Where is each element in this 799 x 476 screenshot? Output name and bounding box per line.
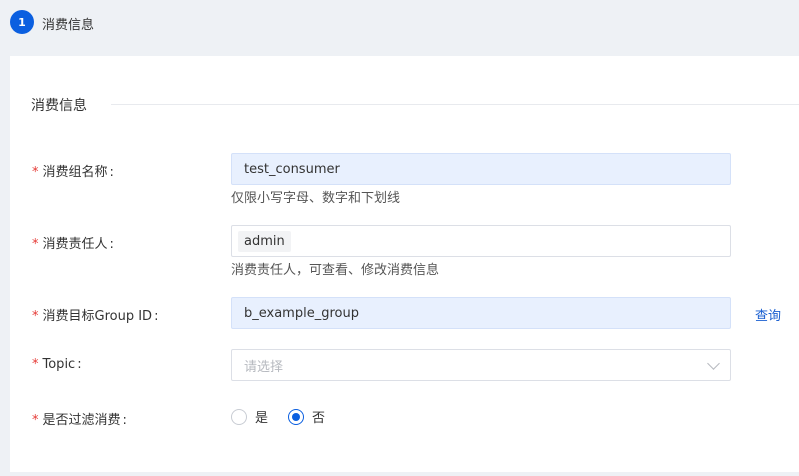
group-name-value: test_consumer — [244, 161, 340, 177]
filter-option-yes-label: 是 — [255, 411, 269, 426]
required-mark: * — [32, 357, 39, 372]
topic-select[interactable]: 请选择 — [231, 349, 731, 381]
owner-hint: 消费责任人，可查看、修改消费信息 — [231, 263, 440, 278]
step-header: 1 消费信息 — [0, 0, 799, 46]
target-group-input[interactable]: b_example_group — [231, 297, 731, 329]
group-name-label: * 消费组名称: — [32, 165, 114, 180]
step-label: 消费信息 — [42, 18, 95, 33]
filter-radio-group: 是 否 — [231, 407, 345, 426]
filter-option-no[interactable]: 否 — [288, 407, 325, 426]
owner-input[interactable]: admin — [231, 225, 731, 257]
owner-tag[interactable]: admin — [238, 230, 291, 252]
target-group-value: b_example_group — [244, 305, 359, 321]
radio-button-checked[interactable] — [288, 408, 305, 425]
form-card: 消费信息 * 消费组名称: test_consumer 仅限小写字母、数字和下划线… — [10, 56, 799, 472]
radio-button[interactable] — [231, 408, 247, 425]
topic-label: * Topic: — [32, 357, 82, 372]
group-name-input[interactable]: test_consumer — [231, 153, 731, 185]
owner-label: * 消费责任人: — [32, 237, 114, 252]
filter-option-yes[interactable]: 是 — [231, 407, 268, 426]
topic-placeholder: 请选择 — [244, 359, 284, 375]
required-mark: * — [32, 237, 39, 252]
required-mark: * — [32, 165, 39, 180]
filter-option-no-label: 否 — [312, 411, 326, 426]
required-mark: * — [32, 309, 39, 324]
section-title: 消费信息 — [31, 98, 87, 114]
target-group-label: * 消费目标Group ID: — [32, 309, 159, 324]
required-mark: * — [32, 413, 39, 428]
filter-label: * 是否过滤消费: — [32, 413, 127, 428]
group-name-hint: 仅限小写字母、数字和下划线 — [231, 191, 401, 206]
step-number-badge: 1 — [10, 10, 34, 34]
section-divider — [111, 104, 799, 105]
query-link[interactable]: 查询 — [755, 305, 781, 324]
chevron-down-icon — [707, 357, 720, 370]
